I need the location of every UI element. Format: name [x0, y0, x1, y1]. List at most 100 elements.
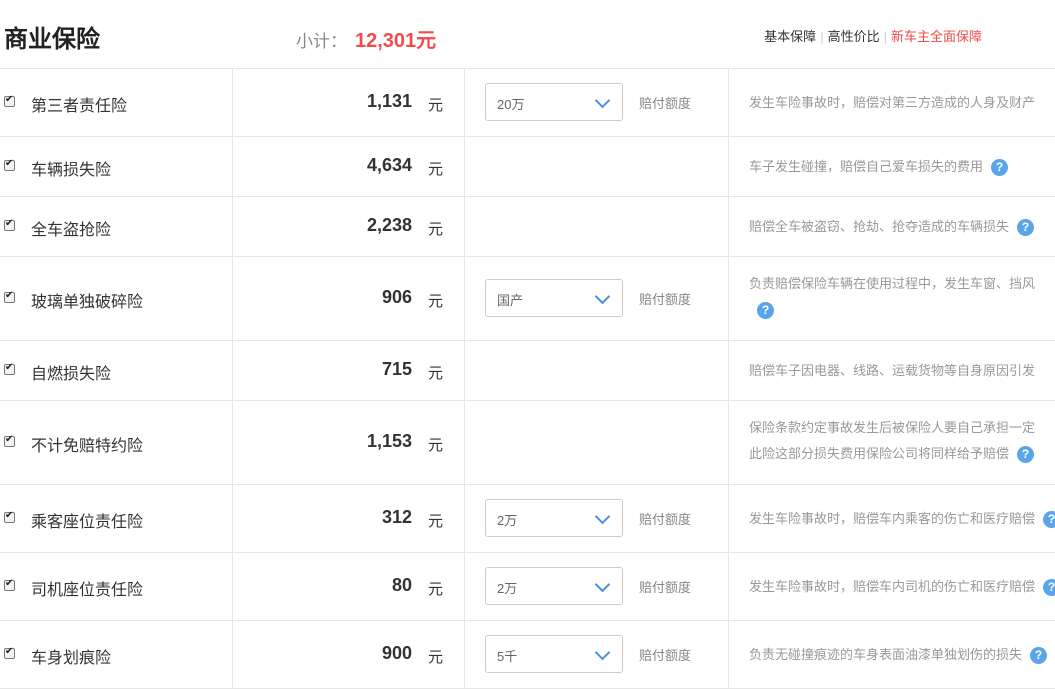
- insurance-checkbox[interactable]: [4, 290, 15, 303]
- coverage-select[interactable]: 国产: [485, 279, 623, 317]
- insurance-description: 负责无碰撞痕迹的车身表面油漆单独划伤的损失?: [749, 642, 1055, 668]
- description-line: 赔偿车子因电器、线路、运载货物等自身原因引发: [749, 363, 1036, 378]
- coverage-select-value: 5千: [497, 649, 518, 664]
- chevron-down-icon: [594, 508, 611, 525]
- column-divider: [232, 553, 233, 620]
- insurance-row: 乘客座位责任险 312 元 2万 赔付额度 发生车险事故时，赔偿车内乘客的伤亡和医疗赔偿?: [0, 485, 1055, 553]
- insurance-description: 赔偿车子因电器、线路、运载货物等自身原因引发: [749, 358, 1055, 384]
- description-line: 发生车险事故时，赔偿对第三方造成的人身及财产: [749, 95, 1036, 110]
- price-unit: 元: [428, 581, 444, 598]
- insurance-list: 第三者责任险 1,131 元 20万赔付额度 发生车险事故时，赔偿对第三方造成的人身及财…: [0, 69, 1055, 689]
- insurance-name: 司机座位责任险: [31, 582, 144, 599]
- chevron-down-icon: [594, 644, 611, 661]
- insurance-row: 车身划痕险 900 元 5千 赔付额度 负责无碰撞痕迹的车身表面油漆单独划伤的损失?: [0, 621, 1055, 689]
- insurance-description: 发生车险事故时，赔偿对第三方造成的人身及财产: [749, 90, 1055, 116]
- column-divider: [232, 69, 233, 136]
- insurance-name: 第三者责任险: [31, 98, 128, 115]
- price-unit: 元: [428, 221, 444, 238]
- insurance-checkbox[interactable]: [4, 218, 15, 231]
- description-line: 负责无碰撞痕迹的车身表面油漆单独划伤的损失?: [749, 642, 1055, 668]
- coverage-select[interactable]: 20万: [485, 83, 623, 121]
- description-line: ?: [749, 297, 1055, 323]
- insurance-name: 车身划痕险: [31, 650, 112, 667]
- column-divider: [728, 69, 729, 136]
- insurance-checkbox[interactable]: [4, 646, 15, 659]
- insurance-description: 发生车险事故时，赔偿车内司机的伤亡和医疗赔偿?: [749, 574, 1055, 600]
- insurance-price: 715: [381, 359, 412, 379]
- insurance-row: 自燃损失险 715 元 赔偿车子因电器、线路、运载货物等自身原因引发: [0, 341, 1055, 401]
- column-divider: [464, 485, 465, 552]
- column-divider: [464, 621, 465, 688]
- insurance-row: 玻璃单独破碎险 906 元 国产 赔付额度 负责赔偿保险车辆在使用过程中，发生车窗、挡风?: [0, 257, 1055, 341]
- divider: |: [820, 29, 824, 44]
- divider: |: [883, 29, 887, 44]
- column-divider: [464, 69, 465, 136]
- coverage-select[interactable]: 2万: [485, 567, 623, 605]
- description-line: 保险条款约定事故发生后被保险人要自己承担一定: [749, 420, 1036, 435]
- description-line: 此险这部分损失费用保险公司将同样给予赔偿?: [749, 441, 1055, 467]
- help-icon[interactable]: ?: [1017, 219, 1035, 237]
- insurance-price: 900: [381, 643, 412, 663]
- plan-basic-link[interactable]: 基本保障: [764, 29, 816, 44]
- price-unit: 元: [428, 97, 444, 114]
- chevron-down-icon: [594, 92, 611, 109]
- column-divider: [464, 257, 465, 340]
- column-divider: [464, 341, 465, 400]
- insurance-name: 不计免赔特约险: [31, 438, 144, 455]
- insurance-description: 发生车险事故时，赔偿车内乘客的伤亡和医疗赔偿?: [749, 506, 1055, 532]
- insurance-price: 80: [391, 575, 412, 595]
- insurance-checkbox[interactable]: [4, 362, 15, 375]
- insurance-checkbox[interactable]: [4, 94, 15, 107]
- column-divider: [728, 197, 729, 256]
- column-divider: [728, 553, 729, 620]
- coverage-label: 赔付额度: [639, 512, 692, 527]
- insurance-checkbox[interactable]: [4, 158, 15, 171]
- column-divider: [232, 621, 233, 688]
- coverage-select-value: 2万: [497, 513, 518, 528]
- coverage-select[interactable]: 2万: [485, 499, 623, 537]
- insurance-row: 第三者责任险 1,131 元 20万 赔付额度 发生车险事故时，赔偿对第三方造成的人身及财…: [0, 69, 1055, 137]
- column-divider: [464, 553, 465, 620]
- column-divider: [728, 137, 729, 196]
- column-divider: [232, 257, 233, 340]
- column-divider: [232, 485, 233, 552]
- plan-value-link[interactable]: 高性价比: [828, 29, 880, 44]
- coverage-select[interactable]: 5千: [485, 635, 623, 673]
- help-icon[interactable]: ?: [991, 159, 1009, 177]
- coverage-select-value: 国产: [497, 293, 524, 308]
- column-divider: [464, 401, 465, 484]
- column-divider: [232, 197, 233, 256]
- column-divider: [728, 621, 729, 688]
- plan-presets: 基本保障 | 高性价比 | 新车主全面保障: [764, 26, 982, 45]
- price-unit: 元: [428, 513, 444, 530]
- help-icon[interactable]: ?: [757, 302, 774, 320]
- price-unit: 元: [428, 649, 444, 666]
- insurance-description: 车子发生碰撞，赔偿自己爱车损失的费用?: [749, 154, 1055, 180]
- help-icon[interactable]: ?: [1030, 647, 1048, 665]
- subtotal-label: 小计：: [296, 32, 347, 51]
- insurance-name: 玻璃单独破碎险: [31, 294, 144, 311]
- insurance-name: 车辆损失险: [31, 162, 112, 179]
- help-icon[interactable]: ?: [1043, 579, 1055, 597]
- column-divider: [728, 485, 729, 552]
- price-unit: 元: [428, 437, 444, 454]
- description-line: 发生车险事故时，赔偿车内乘客的伤亡和医疗赔偿?: [749, 506, 1055, 532]
- insurance-price: 4,634: [366, 155, 412, 175]
- column-divider: [232, 137, 233, 196]
- coverage-select-value: 2万: [497, 581, 518, 596]
- insurance-checkbox[interactable]: [4, 510, 15, 523]
- plan-full-link[interactable]: 新车主全面保障: [891, 29, 982, 44]
- chevron-down-icon: [594, 288, 611, 305]
- insurance-price: 1,131: [366, 91, 412, 111]
- column-divider: [728, 341, 729, 400]
- help-icon[interactable]: ?: [1017, 446, 1035, 464]
- coverage-label: 赔付额度: [639, 648, 692, 663]
- insurance-row: 全车盗抢险 2,238 元 赔偿全车被盗窃、抢劫、抢夺造成的车辆损失?: [0, 197, 1055, 257]
- help-icon[interactable]: ?: [1043, 511, 1055, 529]
- description-line: 发生车险事故时，赔偿车内司机的伤亡和医疗赔偿?: [749, 574, 1055, 600]
- insurance-row: 车辆损失险 4,634 元 车子发生碰撞，赔偿自己爱车损失的费用?: [0, 137, 1055, 197]
- insurance-row: 不计免赔特约险 1,153 元 保险条款约定事故发生后被保险人要自己承担一定此险这部分…: [0, 401, 1055, 485]
- insurance-checkbox[interactable]: [4, 434, 15, 447]
- coverage-label: 赔付额度: [639, 292, 692, 307]
- insurance-checkbox[interactable]: [4, 578, 15, 591]
